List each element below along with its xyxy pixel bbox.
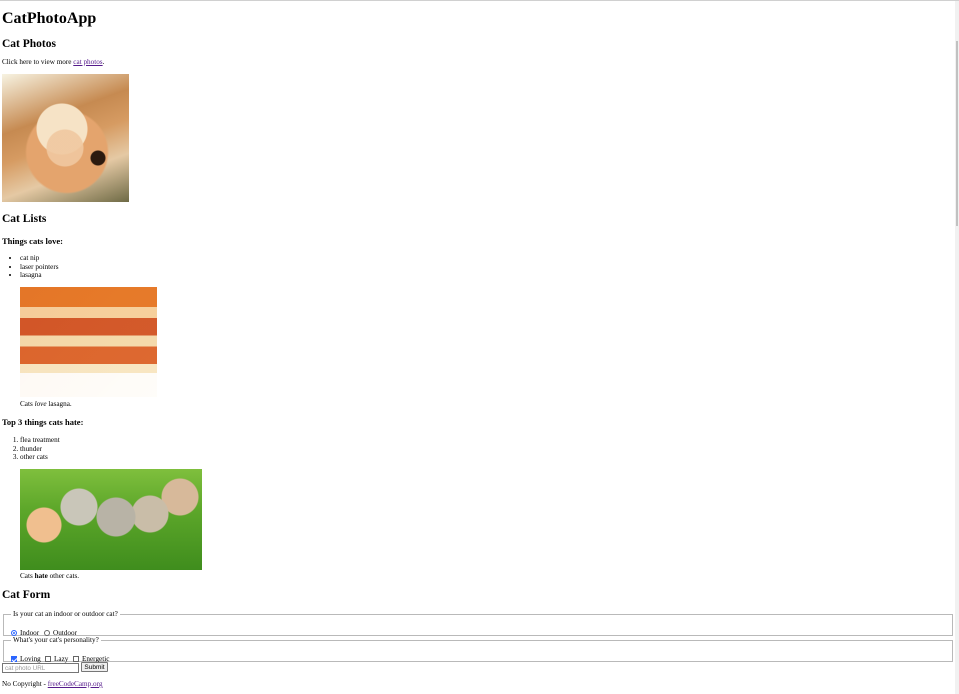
energetic-checkbox[interactable] xyxy=(73,656,79,662)
caption-suffix: other cats. xyxy=(47,572,80,580)
lasagna-image xyxy=(20,287,157,397)
intro-suffix: . xyxy=(102,58,105,66)
cat-form-heading: Cat Form xyxy=(2,589,51,601)
lasagna-caption: Cats love lasagna. xyxy=(20,400,72,408)
cat-photos-link[interactable]: cat photos xyxy=(73,58,102,66)
caption-suffix: lasagna. xyxy=(46,400,72,408)
caption-emphasis: hate xyxy=(34,572,48,580)
loving-option[interactable]: Loving xyxy=(11,655,41,663)
caption-prefix: Cats xyxy=(20,400,35,408)
kittens-caption: Cats hate other cats. xyxy=(20,572,79,580)
page-content: CatPhotoApp Cat Photos Click here to vie… xyxy=(2,0,953,694)
cat-photos-heading: Cat Photos xyxy=(2,38,56,50)
cats-hate-heading: Top 3 things cats hate: xyxy=(2,417,84,427)
footer-prefix: No Copyright - xyxy=(2,680,48,688)
list-item: flea treatment xyxy=(20,436,60,445)
page-title: CatPhotoApp xyxy=(2,10,97,27)
list-item: lasagna xyxy=(20,271,59,280)
personality-fieldset: What's your cat's personality? Loving La… xyxy=(3,636,953,663)
loving-checkbox[interactable] xyxy=(11,656,17,662)
footer-text: No Copyright - freeCodeCamp.org xyxy=(2,680,102,688)
cat-lists-heading: Cat Lists xyxy=(2,213,47,225)
cat-photo-image[interactable] xyxy=(2,74,129,202)
location-legend: Is your cat an indoor or outdoor cat? xyxy=(13,610,118,618)
kittens-image xyxy=(20,469,202,570)
list-item: laser pointers xyxy=(20,263,59,272)
location-fieldset: Is your cat an indoor or outdoor cat? In… xyxy=(3,610,953,637)
list-item: thunder xyxy=(20,445,60,454)
caption-prefix: Cats xyxy=(20,572,35,580)
scrollbar-thumb[interactable] xyxy=(956,41,958,226)
caption-emphasis: love xyxy=(34,400,47,408)
cat-photos-intro: Click here to view more cat photos. xyxy=(2,58,104,66)
list-item: cat nip xyxy=(20,254,59,263)
cat-photo-url-input[interactable] xyxy=(2,663,79,673)
personality-legend: What's your cat's personality? xyxy=(13,636,99,644)
loving-label: Loving xyxy=(20,655,41,663)
cats-hate-list: flea treatment thunder other cats xyxy=(2,436,60,462)
intro-prefix: Click here to view more xyxy=(2,58,74,66)
lazy-checkbox[interactable] xyxy=(45,656,51,662)
vertical-scrollbar[interactable] xyxy=(955,1,959,694)
list-item: other cats xyxy=(20,453,60,462)
cats-love-list: cat nip laser pointers lasagna xyxy=(2,254,59,280)
lazy-option[interactable]: Lazy xyxy=(45,655,68,663)
lazy-label: Lazy xyxy=(54,655,69,663)
freecodecamp-link[interactable]: freeCodeCamp.org xyxy=(48,680,103,688)
submit-button[interactable]: Submit xyxy=(81,662,108,672)
things-cats-love-heading: Things cats love: xyxy=(2,236,63,246)
